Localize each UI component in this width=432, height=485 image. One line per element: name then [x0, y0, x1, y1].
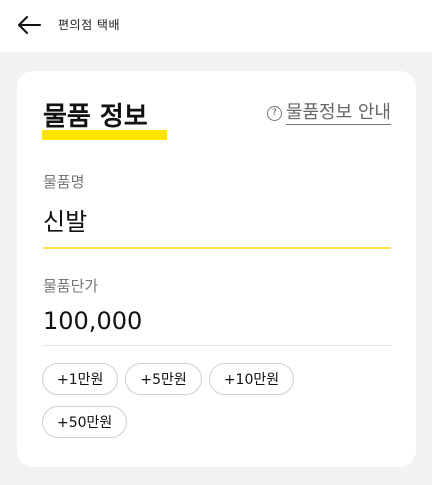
item-info-guide-link[interactable]: ? 물품정보 안내: [266, 101, 391, 125]
add-50000-button[interactable]: +5만원: [125, 363, 202, 395]
page-title: 편의점 택배: [58, 18, 121, 32]
section-title: 물품 정보: [43, 102, 148, 132]
add-100000-button[interactable]: +10만원: [208, 363, 295, 395]
question-circle-icon: ?: [266, 105, 282, 121]
add-10000-button[interactable]: +1만원: [42, 363, 119, 395]
top-bar: 편의점 택배: [0, 0, 432, 52]
quick-amount-row: +1만원 +5만원 +10만원: [42, 363, 402, 395]
item-info-card: 물품 정보 ? 물품정보 안내 물품명 신발 물품단가 100,000 +1만원…: [17, 71, 416, 467]
item-price-label: 물품단가: [43, 277, 99, 295]
add-500000-button[interactable]: +50만원: [42, 406, 128, 438]
guide-link-label: 물품정보 안내: [285, 101, 391, 125]
item-price-input[interactable]: 100,000: [43, 307, 391, 346]
item-name-input[interactable]: 신발: [43, 202, 391, 249]
item-name-label: 물품명: [43, 173, 85, 191]
arrow-left-icon[interactable]: [16, 12, 42, 38]
quick-amount-row: +50만원: [42, 406, 402, 438]
